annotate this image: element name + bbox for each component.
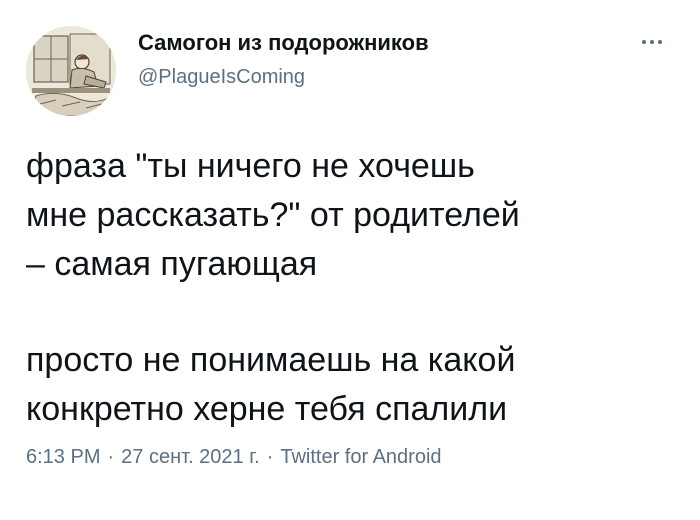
tweet-date[interactable]: 27 сент. 2021 г. <box>121 446 260 468</box>
author-display-name[interactable]: Самогон из подорожников <box>138 30 429 56</box>
meta-separator: · <box>107 446 115 468</box>
tweet-line: – самая пугающая <box>26 245 318 283</box>
tweet-source-link[interactable]: Twitter for Android <box>280 446 441 468</box>
tweet-line: просто не понимаешь на какой <box>26 341 516 379</box>
tweet-meta: 6:13 PM · 27 сент. 2021 г. · Twitter for And… <box>26 446 442 469</box>
tweet-line: фраза "ты ничего не хочешь <box>26 147 475 185</box>
meta-separator: · <box>266 446 274 468</box>
tweet-time[interactable]: 6:13 PM <box>26 446 100 468</box>
more-icon[interactable] <box>632 30 672 54</box>
avatar[interactable] <box>26 26 116 116</box>
tweet-line: мне рассказать?" от родителей <box>26 196 520 234</box>
tweet-line: конкретно херне тебя спалили <box>26 390 508 428</box>
more-dot <box>642 40 646 44</box>
tweet-paragraph-2: просто не понимаешь на какой конкретно х… <box>26 336 686 434</box>
profile-illustration-icon <box>26 26 116 116</box>
tweet-card: Самогон из подорожников @PlagueIsComing … <box>0 0 700 520</box>
tweet-paragraph-1: фраза "ты ничего не хочешь мне рассказат… <box>26 142 686 289</box>
more-dot <box>658 40 662 44</box>
author-handle[interactable]: @PlagueIsComing <box>138 66 305 89</box>
more-dot <box>650 40 654 44</box>
